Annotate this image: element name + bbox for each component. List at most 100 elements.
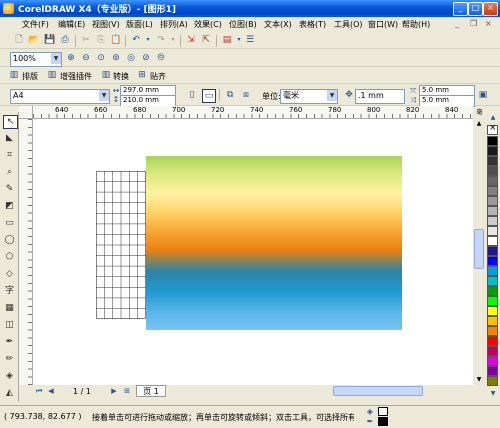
color-swatch[interactable] <box>487 306 498 316</box>
menu-arrange[interactable]: 排列(A) <box>160 19 188 30</box>
crop-tool-icon[interactable]: ⌗ <box>3 149 16 161</box>
undo-dropdown-icon[interactable]: ▾ <box>142 34 154 46</box>
eyedropper-tool-icon[interactable]: ✒ <box>3 336 16 348</box>
color-swatch[interactable] <box>487 156 498 166</box>
portrait-icon[interactable]: ▯ <box>186 89 198 101</box>
save-icon[interactable]: 💾 <box>44 34 56 46</box>
horizontal-scroll-thumb[interactable] <box>333 386 423 396</box>
scroll-down-icon[interactable]: ▼ <box>474 375 484 385</box>
color-swatch[interactable] <box>487 206 498 216</box>
zoom-in-icon[interactable]: ⊕ <box>65 52 77 64</box>
menu-text[interactable]: 文本(X) <box>264 19 292 30</box>
redo-dropdown-icon[interactable]: ▾ <box>167 34 179 46</box>
interactive-blend-tool-icon[interactable]: ◫ <box>3 319 16 331</box>
text-tool-icon[interactable]: 字 <box>3 285 16 297</box>
polygon-tool-icon[interactable]: ⬠ <box>3 251 16 263</box>
export-icon[interactable]: ⇱ <box>200 34 212 46</box>
color-swatch[interactable] <box>487 136 498 146</box>
zoom-level-select[interactable]: 100% ▼ <box>10 52 62 67</box>
first-page-icon[interactable]: ⏮ <box>33 385 45 397</box>
ruler-corner[interactable] <box>19 106 33 119</box>
no-color-swatch[interactable]: × <box>487 123 498 135</box>
snap-icon[interactable]: ⊞ <box>136 69 148 81</box>
fill-color-swatch[interactable] <box>378 407 388 416</box>
freehand-tool-icon[interactable]: ✎ <box>3 183 16 195</box>
close-button[interactable]: × <box>483 2 498 16</box>
doc-minimize-icon[interactable]: _ <box>455 19 459 28</box>
vertical-scrollbar[interactable]: ▲ ▼ <box>473 119 485 385</box>
color-swatch[interactable] <box>487 346 498 356</box>
current-page-icon[interactable]: ⧈ <box>240 89 252 101</box>
palette-scroll-down-icon[interactable]: ▼ <box>487 388 499 400</box>
landscape-icon[interactable]: ▭ <box>202 89 216 103</box>
interactive-fill-tool-icon[interactable]: ◭ <box>3 387 16 399</box>
copy-icon[interactable]: ⎘ <box>95 34 107 46</box>
all-pages-icon[interactable]: ⧉ <box>224 89 236 101</box>
doc-restore-icon[interactable]: ❐ <box>470 19 477 28</box>
menu-window[interactable]: 窗口(W) <box>368 19 398 30</box>
menu-edit[interactable]: 编辑(E) <box>58 19 85 30</box>
color-swatch[interactable] <box>487 336 498 346</box>
smart-fill-tool-icon[interactable]: ◩ <box>3 200 16 212</box>
zoom-out-icon[interactable]: ⊖ <box>80 52 92 64</box>
menu-effects[interactable]: 效果(C) <box>194 19 222 30</box>
color-swatch[interactable] <box>487 176 498 186</box>
add-page-icon[interactable]: ⊞ <box>121 385 133 397</box>
color-swatch[interactable] <box>487 256 498 266</box>
shape-tool-icon[interactable]: ◣ <box>3 132 16 144</box>
undo-icon[interactable]: ↶ <box>130 34 142 46</box>
menu-view[interactable]: 视图(V) <box>92 19 120 30</box>
color-swatch[interactable] <box>487 216 498 226</box>
vertical-ruler[interactable] <box>19 119 33 385</box>
layout-icon[interactable]: ▥ <box>8 69 20 81</box>
scroll-up-icon[interactable]: ▲ <box>474 119 484 129</box>
menu-table[interactable]: 表格(T) <box>299 19 326 30</box>
zoom-width-icon[interactable]: ⊘ <box>140 52 152 64</box>
cut-icon[interactable]: ✂ <box>80 34 92 46</box>
outline-color-swatch[interactable] <box>378 417 388 426</box>
paste-icon[interactable]: 📋 <box>110 34 122 46</box>
menu-file[interactable]: 文件(F) <box>22 19 49 30</box>
color-swatch[interactable] <box>487 296 498 306</box>
options-icon[interactable]: ☰ <box>244 34 256 46</box>
color-swatch[interactable] <box>487 376 498 386</box>
previous-page-icon[interactable]: ◀ <box>45 385 57 397</box>
application-launcher-icon[interactable]: ▤ <box>221 34 233 46</box>
minimize-button[interactable]: _ <box>453 2 468 16</box>
page-tab[interactable]: 页 1 <box>136 385 166 397</box>
color-swatch[interactable] <box>487 316 498 326</box>
enhance-plugin-button[interactable]: 增强插件 <box>60 71 92 82</box>
pick-tool-icon[interactable]: ↖ <box>3 115 18 129</box>
doc-close-icon[interactable]: × <box>485 19 492 28</box>
print-icon[interactable]: ⎙ <box>59 34 71 46</box>
table-object[interactable] <box>96 171 146 319</box>
enhance-plugin-icon[interactable]: ▥ <box>46 69 58 81</box>
color-swatch[interactable] <box>487 326 498 336</box>
ellipse-tool-icon[interactable]: ◯ <box>3 234 16 246</box>
fill-tool-icon[interactable]: ◈ <box>3 370 16 382</box>
zoom-page-icon[interactable]: ◎ <box>125 52 137 64</box>
set-default-units-icon[interactable]: ▣ <box>477 89 489 101</box>
units-select[interactable]: 毫米 ▼ <box>280 89 338 104</box>
paper-size-select[interactable]: A4 ▼ <box>10 89 110 104</box>
color-swatch[interactable] <box>487 196 498 206</box>
convert-icon[interactable]: ▥ <box>100 69 112 81</box>
basic-shapes-tool-icon[interactable]: ◇ <box>3 268 16 280</box>
color-swatch[interactable] <box>487 226 498 236</box>
color-swatch[interactable] <box>487 286 498 296</box>
color-swatch[interactable] <box>487 246 498 256</box>
redo-icon[interactable]: ↷ <box>155 34 167 46</box>
zoom-selection-icon[interactable]: ⊙ <box>95 52 107 64</box>
menu-tools[interactable]: 工具(O) <box>334 19 363 30</box>
menu-help[interactable]: 帮助(H) <box>402 19 430 30</box>
color-swatch[interactable] <box>487 356 498 366</box>
nudge-distance-input[interactable]: .1 mm <box>355 89 405 104</box>
next-page-icon[interactable]: ▶ <box>108 385 120 397</box>
open-icon[interactable]: 📂 <box>28 34 40 46</box>
color-swatch[interactable] <box>487 236 498 246</box>
layout-button[interactable]: 排版 <box>22 71 38 82</box>
new-icon[interactable]: 🗋 <box>13 34 25 46</box>
menu-bitmaps[interactable]: 位图(B) <box>229 19 257 30</box>
table-tool-icon[interactable]: ▦ <box>3 302 16 314</box>
snap-button[interactable]: 贴齐 <box>150 71 166 82</box>
